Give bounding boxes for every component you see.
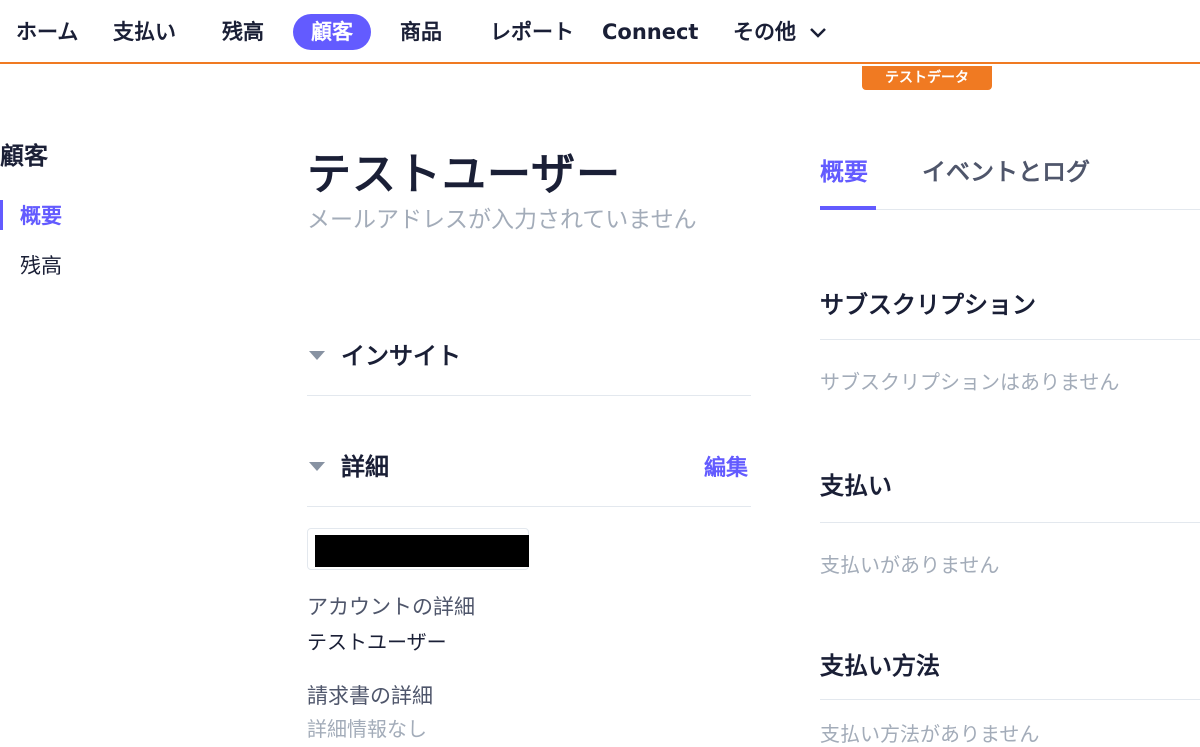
account-details-value: テストユーザー — [307, 630, 447, 654]
redacted-block — [315, 535, 529, 567]
account-details-label: アカウントの詳細 — [307, 595, 475, 619]
payment-methods-empty: 支払い方法がありません — [820, 722, 1040, 746]
nav-reports[interactable]: レポート — [490, 14, 574, 50]
nav-home[interactable]: ホーム — [16, 14, 78, 50]
nav-connect[interactable]: Connect — [602, 14, 698, 50]
nav-balances[interactable]: 残高 — [222, 14, 264, 50]
nav-more-label: その他 — [733, 20, 796, 44]
payment-methods-title: 支払い方法 — [820, 652, 940, 680]
tab-overview[interactable]: 概要 — [820, 152, 868, 187]
subscriptions-empty: サブスクリプションはありません — [820, 370, 1120, 394]
divider — [307, 506, 751, 507]
payments-title: 支払い — [820, 472, 892, 500]
details-section-title: 詳細 — [341, 453, 389, 481]
nav-payments[interactable]: 支払い — [113, 14, 176, 50]
caret-down-icon — [309, 461, 325, 471]
chevron-down-icon — [810, 28, 827, 38]
caret-down-icon — [309, 350, 325, 360]
details-section-toggle[interactable]: 詳細 — [307, 447, 389, 487]
sidebar-item-overview[interactable]: 概要 — [20, 200, 62, 230]
payments-empty: 支払いがありません — [820, 553, 1000, 577]
divider — [820, 339, 1200, 340]
customer-name: テストユーザー — [307, 149, 622, 200]
sidebar-active-indicator — [0, 200, 3, 230]
subscriptions-title: サブスクリプション — [820, 291, 1036, 319]
test-data-badge: テストデータ — [862, 66, 992, 90]
divider — [820, 522, 1200, 523]
nav-more[interactable]: その他 — [733, 14, 827, 50]
active-tab-underline — [820, 206, 876, 210]
divider — [307, 395, 751, 396]
top-nav: ホーム 支払い 残高 顧客 商品 レポート Connect その他 — [0, 0, 1200, 64]
nav-customers[interactable]: 顧客 — [293, 14, 371, 50]
tabs-divider — [876, 209, 1200, 210]
tab-events-logs[interactable]: イベントとログ — [922, 152, 1090, 187]
invoice-details-value: 詳細情報なし — [307, 717, 427, 741]
customer-email: メールアドレスが入力されていません — [307, 207, 697, 233]
insight-section-title: インサイト — [341, 342, 461, 370]
sidebar-title: 顧客 — [0, 142, 48, 170]
divider — [820, 699, 1200, 700]
sidebar-item-balances[interactable]: 残高 — [20, 250, 62, 280]
insight-section-toggle[interactable]: インサイト — [307, 336, 461, 376]
edit-details-link[interactable]: 編集 — [704, 450, 748, 482]
nav-products[interactable]: 商品 — [400, 14, 442, 50]
invoice-details-label: 請求書の詳細 — [307, 684, 433, 708]
